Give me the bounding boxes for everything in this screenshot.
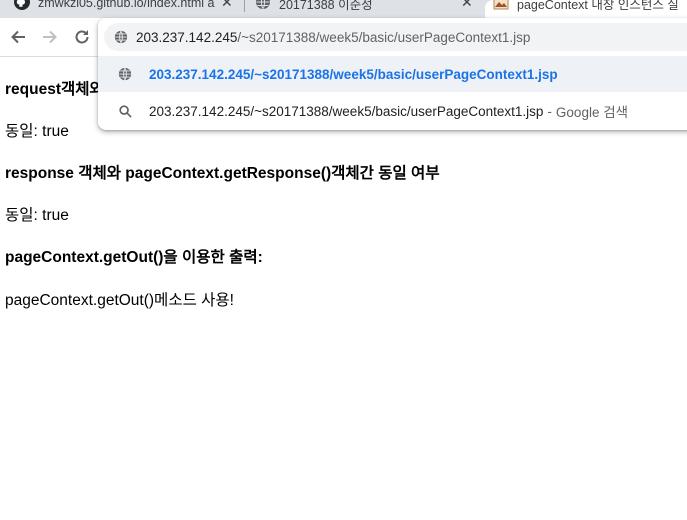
- address-value: 203.237.142.245/~s20171388/week5/basic/u…: [136, 30, 530, 45]
- image-icon: [493, 0, 509, 13]
- reload-button[interactable]: [71, 26, 93, 48]
- suggestion-search-text: 203.237.142.245/~s20171388/week5/basic/u…: [149, 103, 544, 119]
- forward-arrow-icon: [43, 30, 57, 44]
- close-icon[interactable]: ✕: [461, 0, 473, 11]
- tab-github[interactable]: zmwkzl05.github.io/index.html a ✕: [14, 0, 244, 18]
- omnibox-dropdown: 203.237.142.245/~s20171388/week5/basic/u…: [98, 18, 687, 130]
- tab-strip: zmwkzl05.github.io/index.html a ✕ 201713…: [0, 0, 687, 18]
- suggestion-search[interactable]: 203.237.142.245/~s20171388/week5/basic/u…: [98, 93, 687, 129]
- tab-title: 20171388 이준성: [279, 0, 373, 12]
- suggestion-url[interactable]: 203.237.142.245/~s20171388/week5/basic/u…: [98, 56, 687, 92]
- response-compare-result: 동일: true: [5, 207, 69, 224]
- search-icon: [115, 104, 135, 118]
- suggestion-url-text: 203.237.142.245/~s20171388/week5/basic/u…: [149, 66, 558, 82]
- address-bar[interactable]: 203.237.142.245/~s20171388/week5/basic/u…: [104, 23, 687, 51]
- forward-button[interactable]: [39, 26, 61, 48]
- tab-student[interactable]: 20171388 이준성 ✕: [255, 0, 481, 18]
- globe-icon: [114, 30, 128, 44]
- request-compare-result: 동일: true: [5, 123, 69, 140]
- tab-title: pageContext 내장 인스턴스 실: [517, 0, 679, 12]
- suggestion-search-desc: Google 검색: [555, 105, 629, 120]
- back-button[interactable]: [7, 26, 29, 48]
- github-icon: [14, 0, 30, 13]
- address-host: 203.237.142.245: [136, 29, 238, 45]
- globe-icon: [115, 67, 135, 81]
- tab-divider: [244, 0, 245, 12]
- suggestion-separator: -: [547, 103, 552, 119]
- response-compare-heading: response 객체와 pageContext.getResponse()객체…: [5, 165, 440, 182]
- tab-title: zmwkzl05.github.io/index.html a: [38, 0, 215, 10]
- reload-icon: [75, 30, 89, 44]
- close-icon[interactable]: ✕: [221, 0, 233, 11]
- address-path: /~s20171388/week5/basic/userPageContext1…: [237, 29, 531, 45]
- getout-heading: pageContext.getOut()을 이용한 출력:: [5, 249, 263, 266]
- back-arrow-icon: [11, 30, 25, 44]
- getout-output: pageContext.getOut()메소드 사용!: [5, 292, 234, 309]
- tab-pagecontext[interactable]: pageContext 내장 인스턴스 실: [485, 0, 687, 18]
- globe-icon: [255, 0, 271, 13]
